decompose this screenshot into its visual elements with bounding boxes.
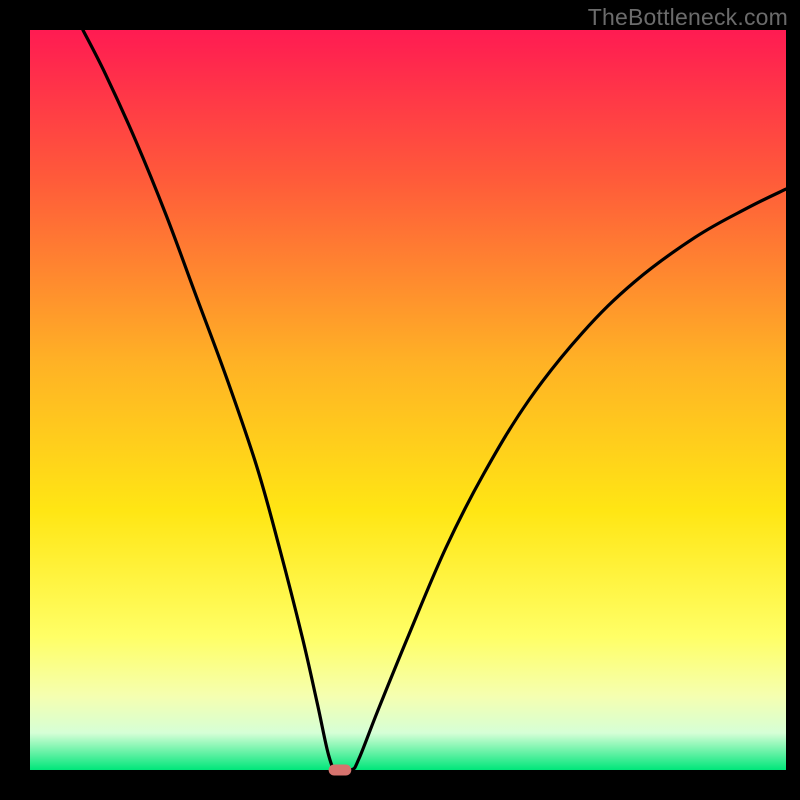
watermark-text: TheBottleneck.com [588, 4, 788, 31]
optimal-point-marker [329, 764, 352, 775]
plot-area [30, 30, 786, 770]
bottleneck-curve-chart [0, 0, 800, 800]
chart-container: TheBottleneck.com [0, 0, 800, 800]
